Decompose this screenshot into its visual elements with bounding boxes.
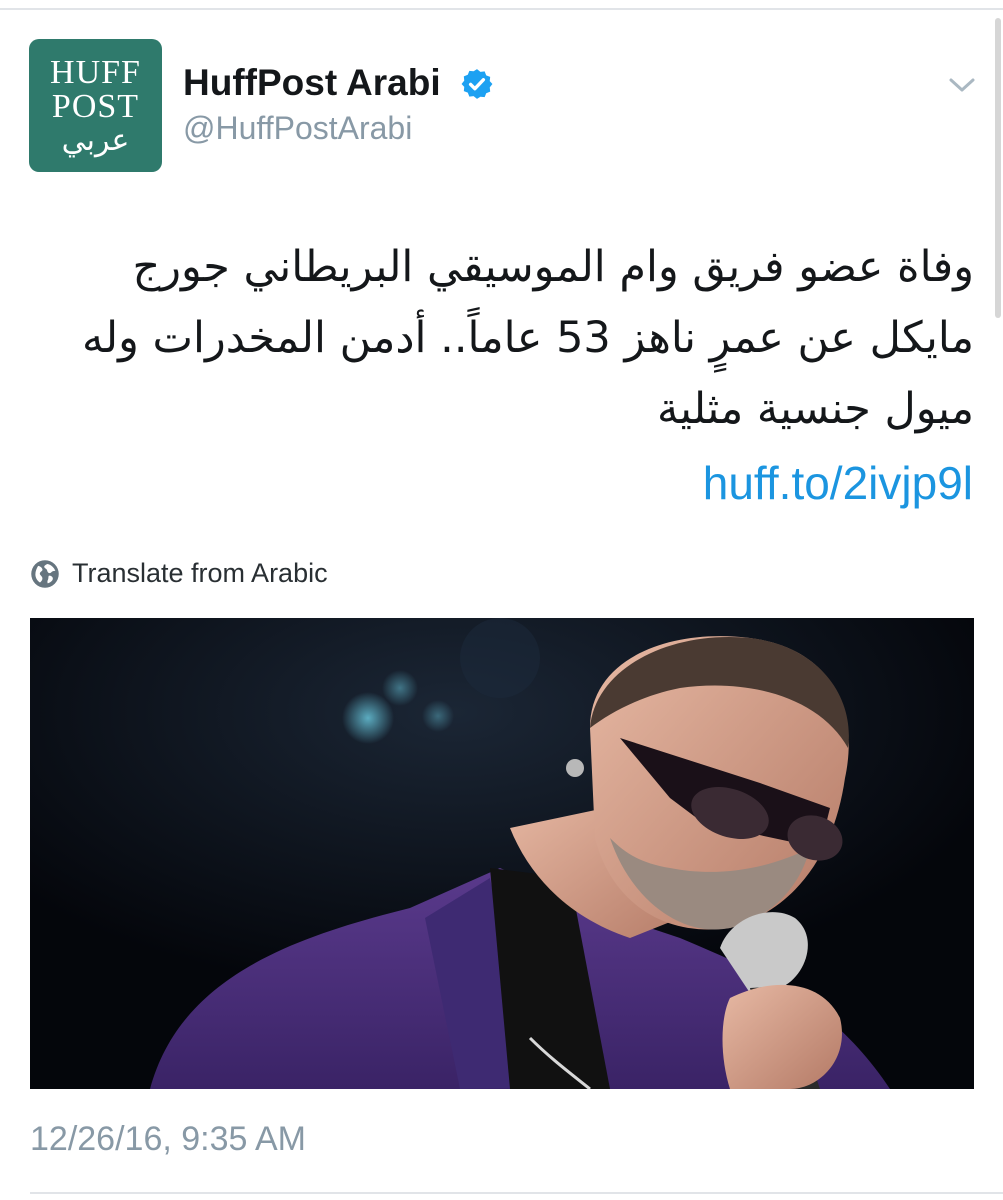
author-display-name[interactable]: HuffPost Arabi xyxy=(183,62,441,104)
tweet-link[interactable]: huff.to/2ivjp9l xyxy=(703,456,973,510)
scrollbar[interactable] xyxy=(995,18,1001,318)
avatar-logo-line1: HUFF xyxy=(50,53,141,91)
top-divider xyxy=(0,8,1003,10)
translate-label: Translate from Arabic xyxy=(72,558,328,588)
avatar-logo-line2: POST xyxy=(51,87,140,125)
translate-button[interactable]: Translate from Arabic xyxy=(30,558,328,589)
concert-photo xyxy=(30,618,974,1089)
bottom-divider xyxy=(30,1192,1003,1194)
author-handle[interactable]: @HuffPostArabi xyxy=(183,110,412,147)
chevron-down-icon[interactable] xyxy=(945,72,979,98)
tweet-timestamp[interactable]: 12/26/16, 9:35 AM xyxy=(30,1120,306,1159)
tweet-detail-view: HUFF POST عربي HuffPost Arabi @HuffPostA… xyxy=(0,0,1003,1200)
avatar-logo-arabic: عربي xyxy=(61,123,130,157)
avatar[interactable]: HUFF POST عربي xyxy=(29,39,162,172)
verified-badge-icon xyxy=(461,69,493,99)
tweet-text: وفاة عضو فريق وام الموسيقي البريطاني جور… xyxy=(81,242,974,434)
tweet-media-photo[interactable] xyxy=(30,618,974,1089)
globe-icon xyxy=(31,559,59,588)
